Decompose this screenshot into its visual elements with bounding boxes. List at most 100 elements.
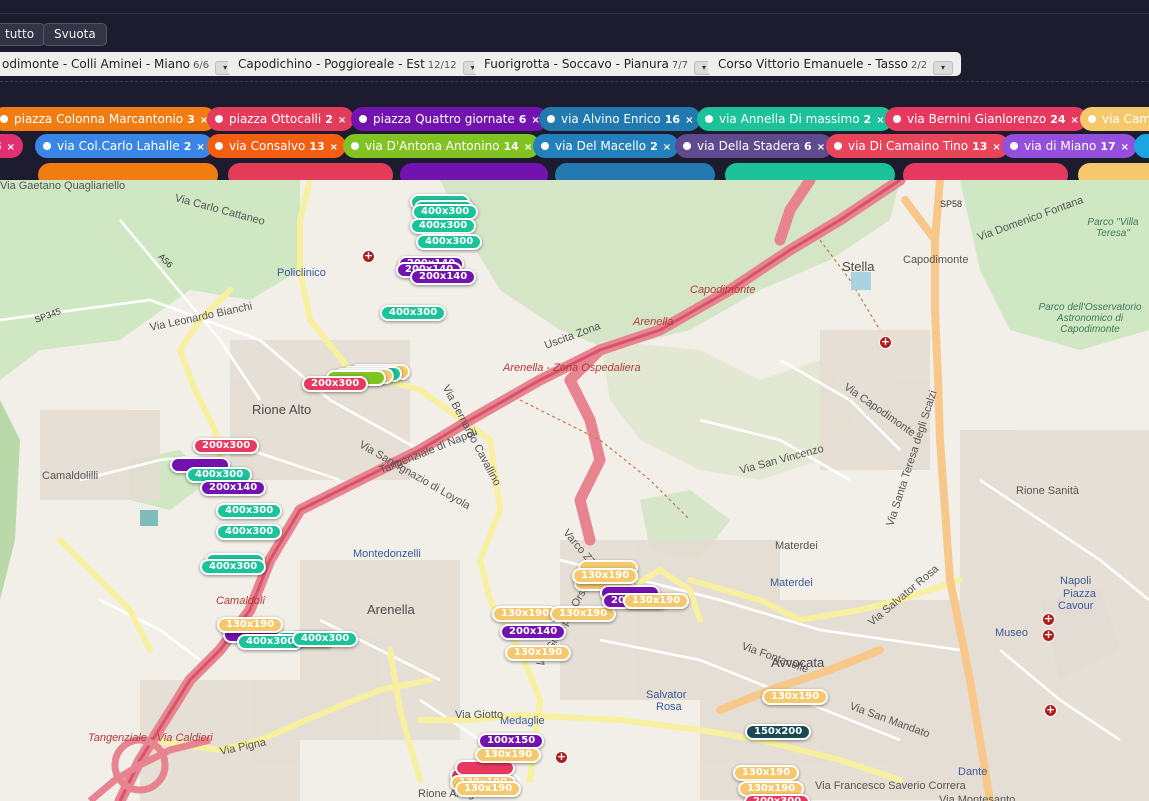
poster-marker[interactable]: 400x300 — [216, 524, 283, 540]
street-tag[interactable]: via Del Macello 2 × — [533, 134, 680, 158]
street-tag[interactable] — [1078, 163, 1149, 180]
select-all-button[interactable]: tutto — [0, 23, 46, 46]
zone-filter[interactable]: Fuorigrotta - Soccavo - Pianura 7/7 ▾ — [474, 52, 722, 76]
map-label: Museo — [995, 627, 1029, 639]
poster-marker[interactable]: 130x190 — [762, 689, 829, 705]
close-icon[interactable]: × — [330, 142, 338, 153]
hospital-icon[interactable]: + — [1042, 613, 1055, 626]
clear-button[interactable]: Svuota — [43, 23, 107, 46]
street-tag[interactable]: via Della Stadera 6 × — [675, 134, 834, 158]
close-icon[interactable]: × — [992, 142, 1000, 153]
poster-marker[interactable]: 150x200 — [745, 724, 812, 740]
poster-marker[interactable]: 130x190 — [572, 568, 639, 584]
poster-marker[interactable]: 200x140 — [500, 624, 567, 640]
map-label: Rione Alto — [252, 402, 312, 417]
street-tag[interactable] — [400, 163, 548, 180]
poster-marker[interactable]: 200x300 — [302, 376, 369, 392]
street-tag[interactable] — [38, 163, 218, 180]
hospital-icon[interactable]: + — [555, 751, 568, 764]
poster-marker[interactable]: 400x300 — [416, 234, 483, 250]
map-label: Materdei — [775, 540, 818, 552]
hospital-icon[interactable]: + — [362, 250, 375, 263]
poster-marker[interactable]: 130x190 — [623, 593, 690, 609]
zone-filter[interactable]: odimonte - Colli Aminei - Miano 6/6 ▾ — [0, 52, 244, 76]
map-label: Montedonzelli — [353, 548, 421, 560]
close-icon[interactable]: × — [1071, 115, 1079, 126]
close-icon[interactable]: × — [1121, 142, 1129, 153]
close-icon[interactable]: × — [196, 142, 204, 153]
poster-marker[interactable]: 400x300 — [292, 631, 359, 647]
poster-marker[interactable]: 130x190 — [492, 606, 559, 622]
close-icon[interactable]: × — [685, 115, 693, 126]
zone-filter[interactable]: Capodichino - Poggioreale - Est 12/12 ▾ — [228, 52, 491, 76]
street-tag[interactable] — [903, 163, 1068, 180]
street-tag[interactable]: via Bernini Gianlorenzo 24 × — [885, 107, 1087, 131]
street-tag[interactable]: piazza Colonna Marcantonio 3 × — [0, 107, 217, 131]
street-tag[interactable]: piazza Ottocalli 2 × — [207, 107, 355, 131]
chevron-down-icon[interactable]: ▾ — [933, 61, 954, 75]
street-tag[interactable]: piazza Quattro giornate 6 × — [351, 107, 548, 131]
street-tag[interactable]: via Camp — [1080, 107, 1149, 131]
poster-marker[interactable]: 400x300 — [216, 503, 283, 519]
map-label: Camaldoli — [216, 595, 265, 607]
street-tag[interactable]: via di Miano 17 × — [1002, 134, 1138, 158]
street-tag-label: via Di Camaino Tino — [848, 139, 969, 153]
panel-divider — [0, 81, 1149, 82]
street-tag-label: via Del Macello — [555, 139, 647, 153]
poster-marker[interactable]: 130x190 — [505, 645, 572, 661]
dot-icon — [834, 142, 842, 150]
street-tag-label: via Consalvo — [229, 139, 306, 153]
zone-filter[interactable]: Corso Vittorio Emanuele - Tasso 2/2 ▾ — [708, 52, 962, 76]
close-icon[interactable]: × — [817, 142, 825, 153]
close-icon[interactable]: × — [7, 142, 15, 153]
map-label: Via Montesanto — [939, 794, 1016, 801]
close-icon[interactable]: × — [524, 142, 532, 153]
poster-marker[interactable]: 200x300 — [193, 438, 260, 454]
street-tag[interactable] — [1134, 134, 1149, 158]
poster-marker[interactable]: 400x300 — [200, 559, 267, 575]
dot-icon — [351, 142, 359, 150]
map-label: Rosa — [656, 701, 682, 713]
poster-marker[interactable]: 400x300 — [380, 305, 447, 321]
map-label: Stella — [842, 259, 875, 274]
street-tag[interactable]: via Annella Di massimo 2 × — [697, 107, 893, 131]
close-icon[interactable]: × — [876, 115, 884, 126]
poster-marker[interactable]: 200x140 — [200, 480, 267, 496]
map-label: Dante — [958, 766, 988, 778]
street-tag-count: 2 — [183, 140, 192, 153]
dot-icon — [215, 115, 223, 123]
map-view[interactable]: Policlinico Rione Alto Camaldolilli Montedo… — [0, 180, 1149, 801]
hospital-icon[interactable]: + — [1044, 704, 1057, 717]
street-tag[interactable]: via Consalvo 13 × — [207, 134, 347, 158]
hospital-icon[interactable]: + — [879, 336, 892, 349]
street-tag-count: 16 — [664, 113, 681, 126]
zone-name: Corso Vittorio Emanuele - Tasso — [718, 57, 908, 71]
poster-marker[interactable]: 130x190 — [455, 781, 522, 797]
street-tag[interactable]: via Alvino Enrico 16 × — [539, 107, 702, 131]
map-label: Via Giotto — [455, 709, 504, 721]
dot-icon — [683, 142, 691, 150]
street-tag-label: via Col.Carlo Lahalle — [57, 139, 180, 153]
map-label: Arenella - Zona Ospedaliera — [503, 362, 641, 374]
poster-marker[interactable]: 130x190 — [475, 747, 542, 763]
street-tag[interactable]: via Col.Carlo Lahalle 2 × — [35, 134, 213, 158]
hospital-icon[interactable]: + — [1042, 629, 1055, 642]
close-icon[interactable]: × — [338, 115, 346, 126]
poster-marker[interactable]: 130x190 — [217, 617, 284, 633]
poster-marker[interactable]: 200x300 — [744, 794, 811, 801]
street-tag[interactable]: via Di Camaino Tino 13 × — [826, 134, 1009, 158]
map-label: Salvator — [646, 689, 687, 701]
close-icon[interactable]: × — [663, 142, 671, 153]
street-tag[interactable] — [725, 163, 895, 180]
dot-icon — [1010, 142, 1018, 150]
map-label: Arenella — [367, 602, 415, 617]
map-label: Cavour — [1058, 600, 1094, 612]
street-tag[interactable] — [555, 163, 715, 180]
street-tag[interactable] — [228, 163, 393, 180]
street-tag[interactable]: 8× — [0, 134, 24, 158]
poster-marker[interactable]: 130x190 — [733, 765, 800, 781]
street-tag[interactable]: via D'Antona Antonino 14 × — [343, 134, 541, 158]
poster-marker[interactable]: 400x300 — [410, 218, 477, 234]
street-tag-count: 2 — [863, 113, 872, 126]
poster-marker[interactable]: 200x140 — [410, 269, 477, 285]
